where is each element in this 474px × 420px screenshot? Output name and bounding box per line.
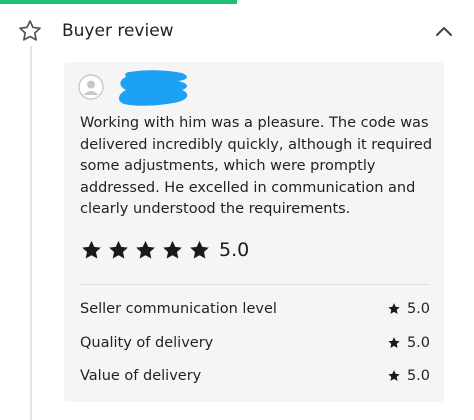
star-icon — [388, 303, 400, 314]
star-icon — [109, 240, 128, 258]
breakdown-row: Quality of delivery 5.0 — [80, 335, 430, 369]
breakdown-score: 5.0 — [387, 301, 430, 317]
star-icon — [388, 336, 400, 348]
overall-rating: 5.0 — [80, 238, 249, 262]
redaction-mark — [118, 70, 188, 106]
breakdown-score: 5.0 — [387, 335, 430, 351]
review-panel: Buyer review Working with him was a plea… — [0, 0, 474, 420]
overall-rating-value: 5.0 — [219, 239, 250, 261]
breakdown-score-value: 5.0 — [406, 301, 430, 317]
section-title: Buyer review — [62, 21, 174, 41]
rating-breakdown: Seller communication level 5.0 Quality of … — [80, 301, 430, 402]
review-card: Working with him was a pleasure. The cod… — [64, 62, 444, 402]
breakdown-row: Value of delivery 5.0 — [80, 368, 430, 402]
star-icon — [82, 240, 101, 258]
progress-bar-fill — [0, 0, 237, 4]
breakdown-score-value: 5.0 — [406, 334, 430, 351]
star-icon — [388, 370, 400, 381]
breakdown-label: Seller communication level — [80, 301, 277, 317]
timeline-line — [30, 46, 32, 420]
breakdown-score: 5.0 — [387, 368, 430, 384]
breakdown-row: Seller communication level 5.0 — [80, 301, 430, 335]
progress-bar — [0, 0, 474, 4]
breakdown-label: Value of delivery — [80, 368, 202, 384]
star-outline-icon — [19, 20, 41, 41]
star-icon — [163, 240, 182, 258]
chevron-up-icon[interactable] — [432, 20, 456, 42]
breakdown-label: Quality of delivery — [80, 334, 214, 351]
star-icon — [136, 240, 155, 258]
review-text: Working with him was a pleasure. The cod… — [80, 115, 433, 217]
breakdown-score-value: 5.0 — [406, 368, 430, 384]
star-icon — [190, 240, 209, 258]
avatar — [78, 74, 104, 100]
divider — [80, 284, 430, 285]
section-header[interactable]: Buyer review — [0, 10, 474, 52]
